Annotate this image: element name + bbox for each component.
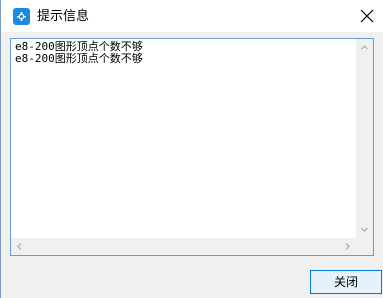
scrollbar-corner: [356, 238, 373, 255]
chevron-left-icon: [17, 243, 22, 250]
title-bar[interactable]: 提示信息: [1, 0, 383, 32]
scroll-right-button[interactable]: [339, 238, 356, 255]
message-text: e8-200图形顶点个数不够 e8-200图形顶点个数不够: [15, 41, 353, 65]
horizontal-scrollbar[interactable]: [11, 238, 356, 255]
window-title: 提示信息: [37, 9, 90, 24]
scroll-down-button[interactable]: [356, 221, 373, 238]
scroll-up-button[interactable]: [356, 39, 373, 56]
dialog-window: 提示信息 e8-200图形顶点个数不够 e8-200图形顶点个数不够 关闭: [0, 0, 383, 298]
message-line: e8-200图形顶点个数不够: [15, 52, 143, 65]
window-close-button[interactable]: [351, 0, 383, 32]
close-button[interactable]: 关闭: [310, 270, 382, 294]
vertical-scrollbar[interactable]: [356, 39, 373, 238]
app-icon: [13, 8, 30, 25]
close-icon: [360, 9, 374, 23]
message-textarea[interactable]: e8-200图形顶点个数不够 e8-200图形顶点个数不够: [10, 38, 374, 256]
chevron-down-icon: [361, 227, 368, 232]
scroll-left-button[interactable]: [11, 238, 28, 255]
chevron-right-icon: [345, 243, 350, 250]
chevron-up-icon: [361, 45, 368, 50]
